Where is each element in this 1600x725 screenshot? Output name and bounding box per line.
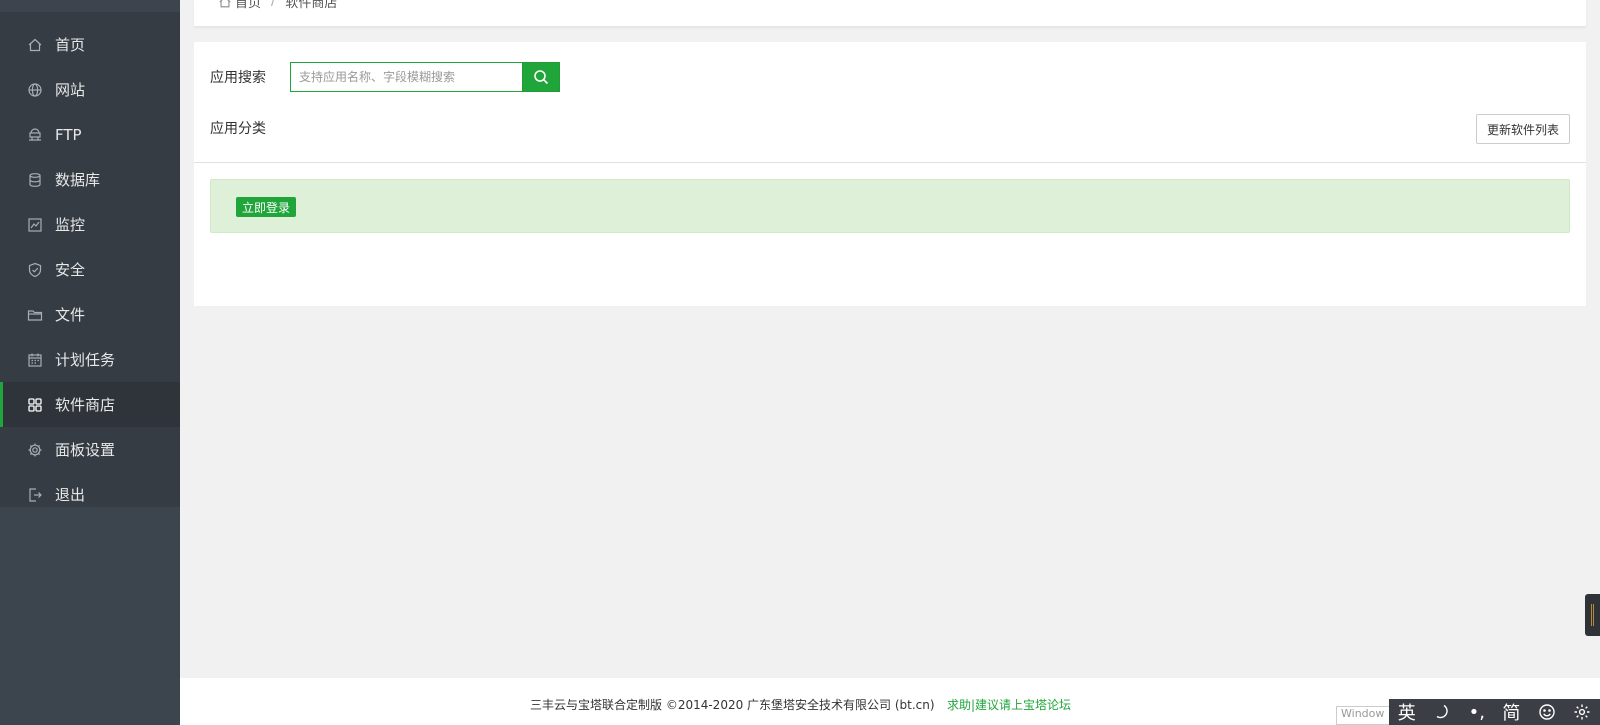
grid-icon [26, 396, 44, 414]
moon-icon[interactable] [1433, 703, 1451, 721]
gear-icon[interactable] [1573, 703, 1591, 721]
ime-punctuation-toggle[interactable]: •, [1469, 702, 1485, 723]
sidebar-item-logout[interactable]: 退出 [0, 472, 180, 517]
search-button[interactable] [522, 62, 560, 92]
sidebar-item-label: 监控 [55, 216, 86, 234]
ime-script-toggle[interactable]: 简 [1502, 699, 1520, 725]
sidebar-item-panel-settings[interactable]: 面板设置 [0, 427, 180, 472]
sidebar-item-label: 软件商店 [55, 396, 116, 414]
sidebar-item-ftp[interactable]: FTP [0, 112, 180, 157]
windows-watermark: Window [1336, 706, 1390, 725]
sidebar-item-home[interactable]: 首页 [0, 22, 180, 67]
footer-forum-link[interactable]: 求助|建议请上宝塔论坛 [947, 696, 1071, 713]
sidebar-item-label: 面板设置 [55, 441, 116, 459]
search-icon [534, 70, 549, 85]
ime-language-toggle[interactable]: 英 [1398, 699, 1416, 725]
gear-icon [26, 441, 44, 459]
logout-icon [26, 486, 44, 504]
sidebar-item-monitor[interactable]: 监控 [0, 202, 180, 247]
update-software-list-button[interactable]: 更新软件列表 [1475, 114, 1570, 144]
sidebar: 首页 网站 FTP 数据库 监控 安全 文件 计划任务 软件商店 面板设置 退出 [0, 0, 180, 725]
sidebar-item-label: 文件 [55, 306, 86, 324]
breadcrumb-bar: 首页 / 软件商店 [194, 0, 1586, 27]
search-label: 应用搜索 [210, 70, 266, 86]
breadcrumb: 首页 / 软件商店 [218, 0, 337, 11]
ftp-icon [26, 126, 44, 144]
sidebar-item-website[interactable]: 网站 [0, 67, 180, 112]
sidebar-item-software-store[interactable]: 软件商店 [0, 382, 180, 427]
scroll-handle[interactable] [1585, 594, 1600, 636]
sidebar-item-label: 首页 [55, 36, 86, 54]
home-icon [26, 36, 44, 54]
breadcrumb-home-link[interactable]: 首页 [235, 0, 261, 11]
globe-icon [26, 81, 44, 99]
folder-icon [26, 306, 44, 324]
sidebar-item-label: 数据库 [55, 171, 101, 189]
footer-copyright: 三丰云与宝塔联合定制版 ©2014-2020 广东堡塔安全技术有限公司 (bt.… [530, 698, 935, 712]
breadcrumb-current: 软件商店 [285, 0, 338, 11]
sidebar-item-database[interactable]: 数据库 [0, 157, 180, 202]
sidebar-item-files[interactable]: 文件 [0, 292, 180, 337]
sidebar-item-security[interactable]: 安全 [0, 247, 180, 292]
software-store-panel: 应用搜索 应用分类 更新软件列表 立即登录 [194, 42, 1586, 306]
monitor-icon [26, 216, 44, 234]
login-notice: 立即登录 [210, 179, 1570, 233]
sidebar-item-cron[interactable]: 计划任务 [0, 337, 180, 382]
login-now-button[interactable]: 立即登录 [236, 197, 297, 217]
sidebar-nav: 首页 网站 FTP 数据库 监控 安全 文件 计划任务 软件商店 面板设置 退出 [0, 12, 180, 507]
sidebar-item-label: FTP [55, 125, 82, 144]
search-input[interactable] [290, 62, 522, 92]
breadcrumb-separator: / [271, 0, 276, 9]
sidebar-top-strip [0, 0, 180, 12]
divider [194, 162, 1586, 163]
grip-icon [1591, 604, 1594, 626]
ime-toolbar: 英 •, 简 [1389, 699, 1600, 725]
sidebar-item-label: 退出 [55, 486, 86, 504]
shield-icon [26, 261, 44, 279]
search-row: 应用搜索 [210, 62, 560, 92]
database-icon [26, 171, 44, 189]
sidebar-item-label: 安全 [55, 261, 86, 279]
sidebar-item-label: 网站 [55, 81, 86, 99]
smiley-icon[interactable] [1538, 703, 1556, 721]
calendar-icon [26, 351, 44, 369]
home-icon [219, 0, 231, 7]
category-label: 应用分类 [210, 121, 266, 137]
sidebar-item-label: 计划任务 [55, 351, 116, 369]
